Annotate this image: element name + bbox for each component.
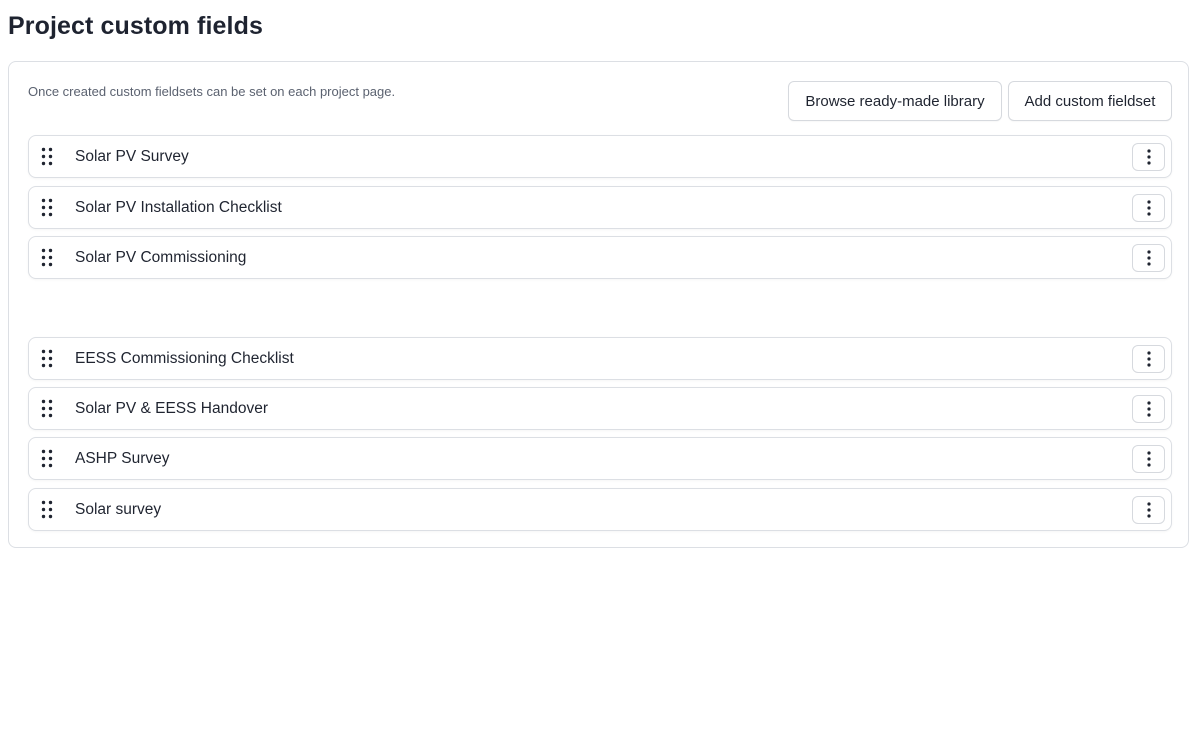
row-menu-button[interactable]	[1132, 445, 1165, 473]
row-menu-button[interactable]	[1132, 395, 1165, 423]
row-menu-button[interactable]	[1132, 194, 1165, 222]
more-vertical-icon	[1146, 401, 1151, 417]
page-title: Project custom fields	[8, 12, 263, 40]
drag-handle-icon[interactable]	[41, 399, 53, 418]
fieldsets-panel: Once created custom fieldsets can be set…	[8, 61, 1189, 548]
fieldset-row[interactable]: Solar survey	[28, 488, 1172, 531]
drag-handle-icon[interactable]	[41, 449, 53, 468]
fieldset-name: Solar PV Commissioning	[75, 249, 247, 266]
drag-handle-icon[interactable]	[41, 248, 53, 267]
more-vertical-icon	[1146, 200, 1151, 216]
fieldset-name: EESS Commissioning Checklist	[75, 350, 294, 367]
drag-handle-icon[interactable]	[41, 500, 53, 519]
more-vertical-icon	[1146, 351, 1151, 367]
more-vertical-icon	[1146, 250, 1151, 266]
panel-hint: Once created custom fieldsets can be set…	[28, 84, 396, 99]
more-vertical-icon	[1146, 149, 1151, 165]
fieldset-name: ASHP Survey	[75, 450, 170, 467]
drag-handle-icon[interactable]	[41, 147, 53, 166]
row-menu-button[interactable]	[1132, 496, 1165, 524]
row-menu-button[interactable]	[1132, 345, 1165, 373]
browse-library-button[interactable]: Browse ready-made library	[788, 81, 1002, 121]
row-menu-button[interactable]	[1132, 244, 1165, 272]
fieldset-name: Solar survey	[75, 501, 162, 518]
drag-handle-icon[interactable]	[41, 349, 53, 368]
fieldset-name: Solar PV Installation Checklist	[75, 199, 282, 216]
fieldset-row[interactable]: ASHP Survey	[28, 437, 1172, 480]
fieldset-row[interactable]: Solar PV Survey	[28, 135, 1172, 178]
add-custom-fieldset-button[interactable]: Add custom fieldset	[1008, 81, 1172, 121]
drag-handle-icon[interactable]	[41, 198, 53, 217]
fieldset-name: Solar PV & EESS Handover	[75, 400, 268, 417]
fieldset-row[interactable]: Solar PV Installation Checklist	[28, 186, 1172, 229]
fieldset-row[interactable]: EESS Commissioning Checklist	[28, 337, 1172, 380]
fieldset-row[interactable]: Solar PV Commissioning	[28, 236, 1172, 279]
row-menu-button[interactable]	[1132, 143, 1165, 171]
more-vertical-icon	[1146, 451, 1151, 467]
fieldset-name: Solar PV Survey	[75, 148, 189, 165]
fieldset-row[interactable]: Solar PV & EESS Handover	[28, 387, 1172, 430]
more-vertical-icon	[1146, 502, 1151, 518]
